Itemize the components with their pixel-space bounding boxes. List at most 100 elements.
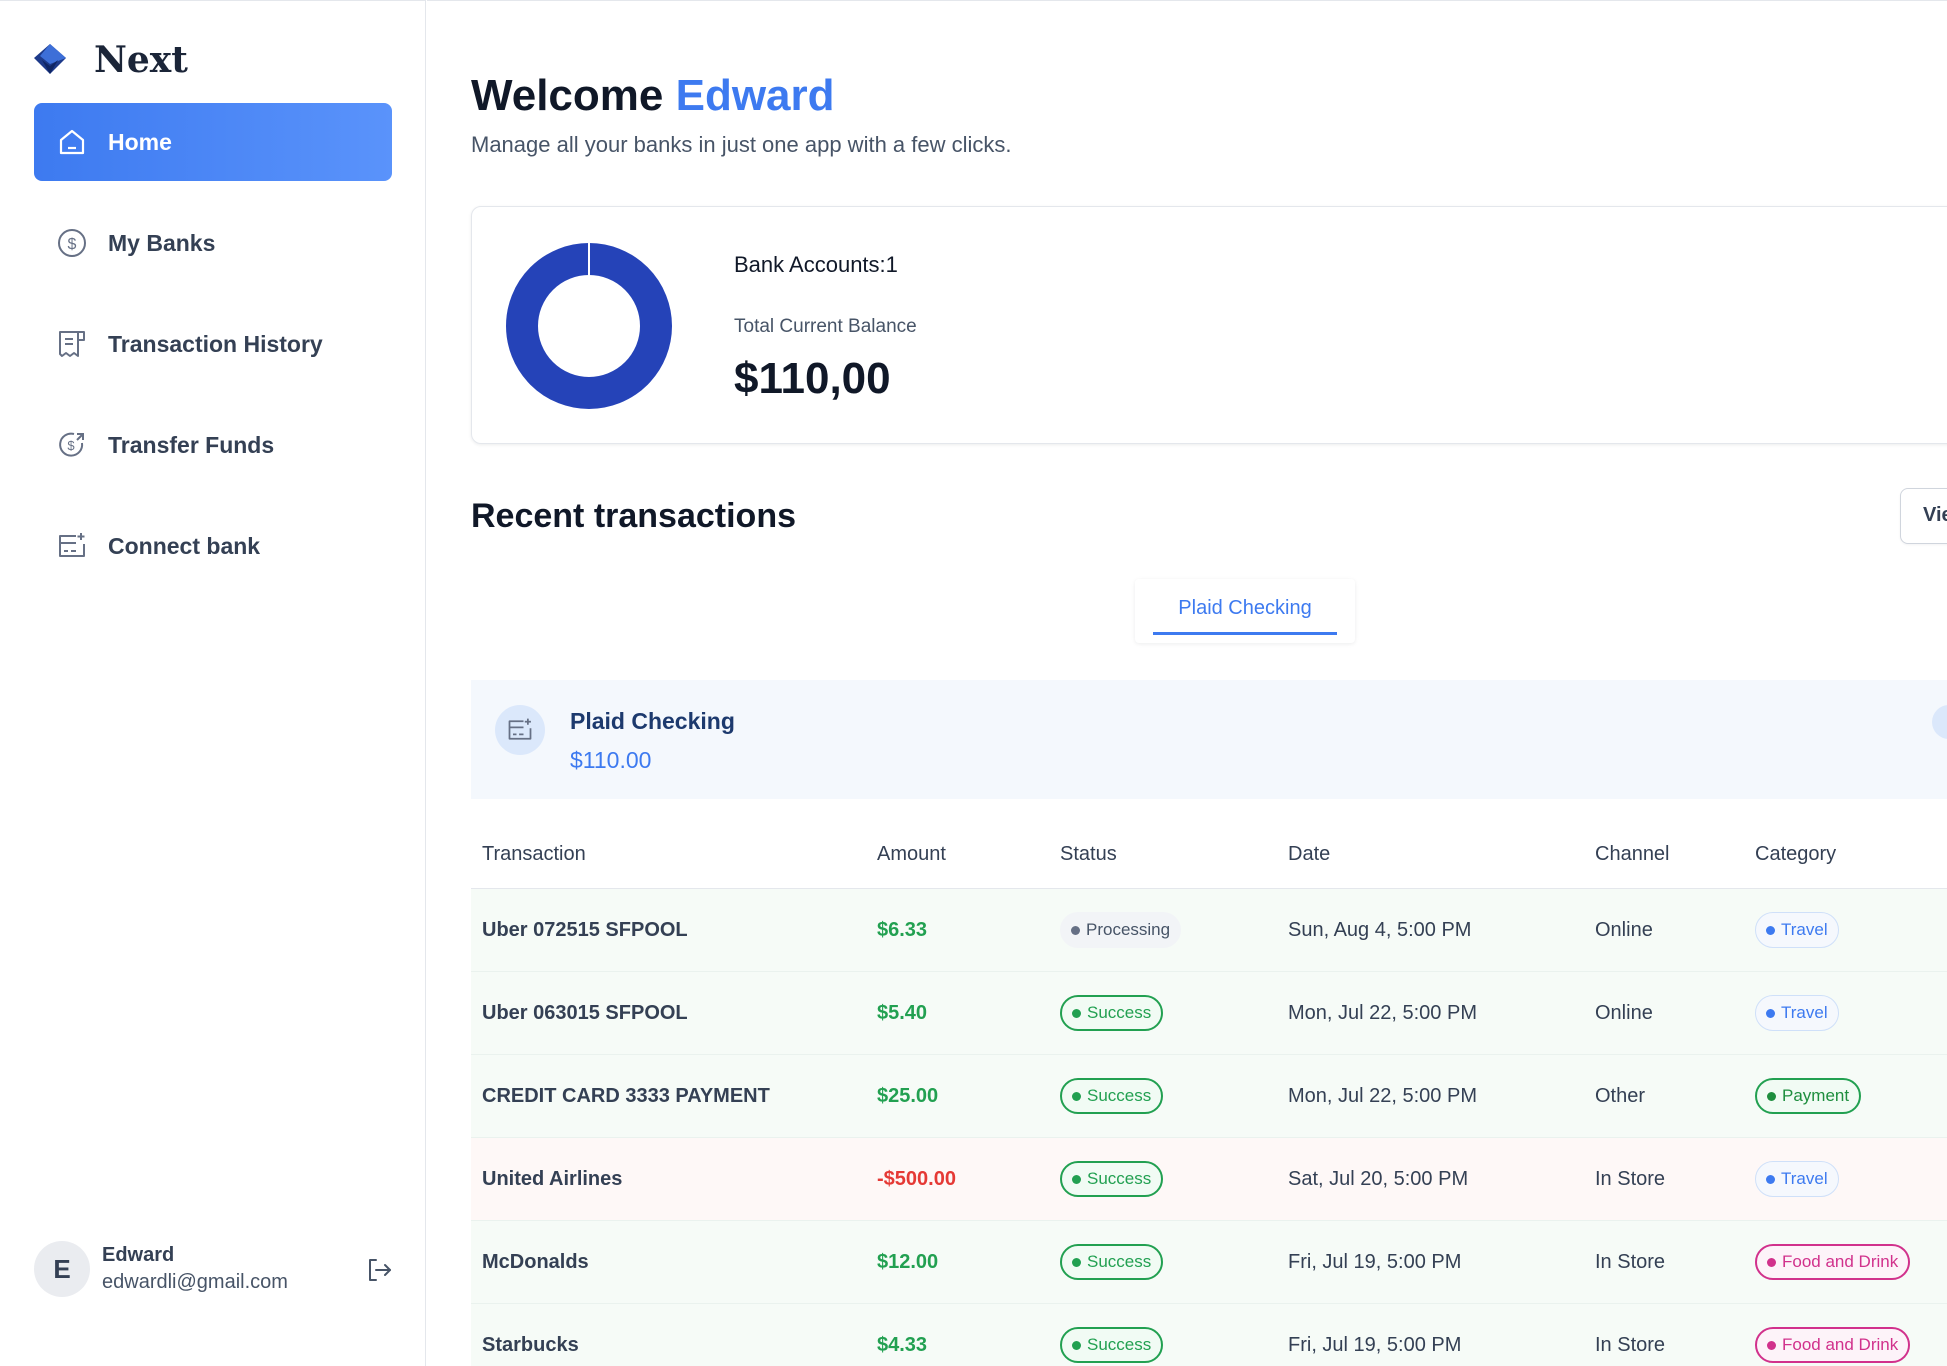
status-badge: Success <box>1060 1327 1164 1363</box>
recent-transactions-title: Recent transactions <box>471 497 796 535</box>
sidebar-item-label: Transfer Funds <box>108 431 275 458</box>
sidebar-item-label: Transaction History <box>108 330 323 357</box>
status-cell: Success <box>1060 995 1288 1031</box>
sidebar-item-home[interactable]: Home <box>34 103 392 181</box>
column-header-transaction: Transaction <box>482 843 586 865</box>
account-banner[interactable]: Plaid Checking $110.00 checking <box>471 680 1947 799</box>
logo[interactable]: Next <box>32 39 188 81</box>
user-profile: E Edward edwardli@gmail.com <box>34 1241 394 1297</box>
status-label: Success <box>1087 1003 1152 1022</box>
welcome-name: Edward <box>675 71 835 120</box>
transaction-date: Mon, Jul 22, 5:00 PM <box>1288 1001 1477 1024</box>
status-cell: Success <box>1060 1161 1288 1197</box>
home-icon <box>56 126 88 158</box>
tab-plaid-checking[interactable]: Plaid Checking <box>1153 579 1337 635</box>
transaction-amount: $25.00 <box>877 1084 939 1107</box>
account-balance: $110.00 <box>570 747 652 773</box>
status-dot <box>1072 1340 1081 1350</box>
status-cell: Success <box>1060 1327 1288 1363</box>
category-label: Food and Drink <box>1782 1252 1899 1271</box>
column-header-channel: Channel <box>1595 843 1670 865</box>
transaction-name: United Airlines <box>482 1167 623 1190</box>
status-dot <box>1071 925 1080 935</box>
category-badge: Payment <box>1755 1078 1862 1114</box>
total-balance-value: $110,00 <box>734 354 891 403</box>
status-badge: Success <box>1060 1078 1164 1114</box>
status-badge: Success <box>1060 995 1164 1031</box>
table-row[interactable]: United Airlines -$500.00 Success Sat, Ju… <box>471 1138 1947 1221</box>
status-dot <box>1072 1091 1081 1101</box>
view-all-button[interactable]: View all <box>1900 488 1947 544</box>
column-header-status: Status <box>1060 843 1117 865</box>
sidebar-item-label: My Banks <box>108 229 216 256</box>
transaction-name: Uber 063015 SFPOOL <box>482 1001 688 1024</box>
user-name: Edward <box>102 1244 175 1266</box>
transaction-channel: Online <box>1595 1001 1653 1024</box>
transaction-amount: $5.40 <box>877 1001 928 1024</box>
transaction-amount: $6.33 <box>877 918 928 941</box>
logout-icon[interactable] <box>364 1255 394 1285</box>
category-cell: Food and Drink <box>1755 1327 1947 1363</box>
category-dot <box>1767 1340 1776 1350</box>
category-label: Travel <box>1781 1169 1828 1188</box>
category-badge: Travel <box>1755 912 1839 948</box>
category-dot <box>1766 925 1775 935</box>
status-badge: Success <box>1060 1161 1164 1197</box>
transaction-date: Fri, Jul 19, 5:00 PM <box>1288 1250 1462 1273</box>
status-dot <box>1072 1174 1081 1184</box>
user-info: Edward edwardli@gmail.com <box>102 1244 288 1294</box>
column-header-date: Date <box>1288 843 1331 865</box>
svg-text:$: $ <box>68 236 77 253</box>
status-label: Processing <box>1086 920 1171 939</box>
total-balance-label: Total Current Balance <box>734 316 917 337</box>
category-dot <box>1766 1174 1775 1184</box>
transaction-amount: -$500.00 <box>877 1167 956 1190</box>
transaction-date: Mon, Jul 22, 5:00 PM <box>1288 1084 1477 1107</box>
main-content: Welcome Edward Manage all your banks in … <box>427 0 1947 1366</box>
total-balance-card: Bank Accounts:1 Total Current Balance $1… <box>471 206 1947 444</box>
avatar: E <box>34 1241 90 1297</box>
status-label: Success <box>1087 1335 1152 1354</box>
category-label: Payment <box>1782 1086 1850 1105</box>
category-cell: Travel <box>1755 1161 1947 1197</box>
dollar-circle-icon: $ <box>56 227 88 259</box>
category-dot <box>1766 1008 1775 1018</box>
status-cell: Success <box>1060 1078 1288 1114</box>
category-badge: Travel <box>1755 1161 1839 1197</box>
status-badge: Processing <box>1060 912 1182 948</box>
category-label: Food and Drink <box>1782 1335 1899 1354</box>
transaction-name: CREDIT CARD 3333 PAYMENT <box>482 1084 770 1107</box>
logo-icon <box>32 42 68 78</box>
category-badge: Food and Drink <box>1755 1327 1911 1363</box>
table-row[interactable]: McDonalds $12.00 Success Fri, Jul 19, 5:… <box>471 1221 1947 1304</box>
transaction-amount: $4.33 <box>877 1333 928 1356</box>
sidebar-nav: Home $ My Banks Transaction History $ Tr… <box>34 103 392 608</box>
account-name: Plaid Checking <box>570 708 735 734</box>
balance-donut-chart <box>506 243 672 409</box>
transaction-channel: Other <box>1595 1084 1646 1107</box>
status-label: Success <box>1087 1252 1152 1271</box>
status-dot <box>1072 1008 1081 1018</box>
category-badge: Travel <box>1755 995 1839 1031</box>
card-add-icon <box>56 530 88 562</box>
transaction-channel: In Store <box>1595 1167 1666 1190</box>
sidebar-item-label: Connect bank <box>108 532 261 559</box>
logo-text: Next <box>94 39 188 81</box>
transaction-date: Sat, Jul 20, 5:00 PM <box>1288 1167 1469 1190</box>
table-row[interactable]: Uber 072515 SFPOOL $6.33 Processing Sun,… <box>471 889 1947 972</box>
transaction-channel: Online <box>1595 918 1653 941</box>
category-cell: Travel <box>1755 995 1947 1031</box>
table-row[interactable]: Starbucks $4.33 Success Fri, Jul 19, 5:0… <box>471 1304 1947 1366</box>
status-cell: Success <box>1060 1244 1288 1280</box>
account-tabs: Plaid Checking <box>1135 579 1355 643</box>
sidebar-item-connect-bank[interactable]: Connect bank <box>34 507 392 585</box>
table-row[interactable]: Uber 063015 SFPOOL $5.40 Success Mon, Ju… <box>471 972 1947 1055</box>
column-header-amount: Amount <box>877 843 946 865</box>
category-label: Travel <box>1781 1003 1828 1022</box>
transaction-name: McDonalds <box>482 1250 589 1273</box>
sidebar-item-transaction-history[interactable]: Transaction History <box>34 305 392 383</box>
table-row[interactable]: CREDIT CARD 3333 PAYMENT $25.00 Success … <box>471 1055 1947 1138</box>
sidebar-item-transfer-funds[interactable]: $ Transfer Funds <box>34 406 392 484</box>
sidebar-item-my-banks[interactable]: $ My Banks <box>34 204 392 282</box>
transactions-table: Transaction Amount Status Date Channel C… <box>471 821 1947 1366</box>
